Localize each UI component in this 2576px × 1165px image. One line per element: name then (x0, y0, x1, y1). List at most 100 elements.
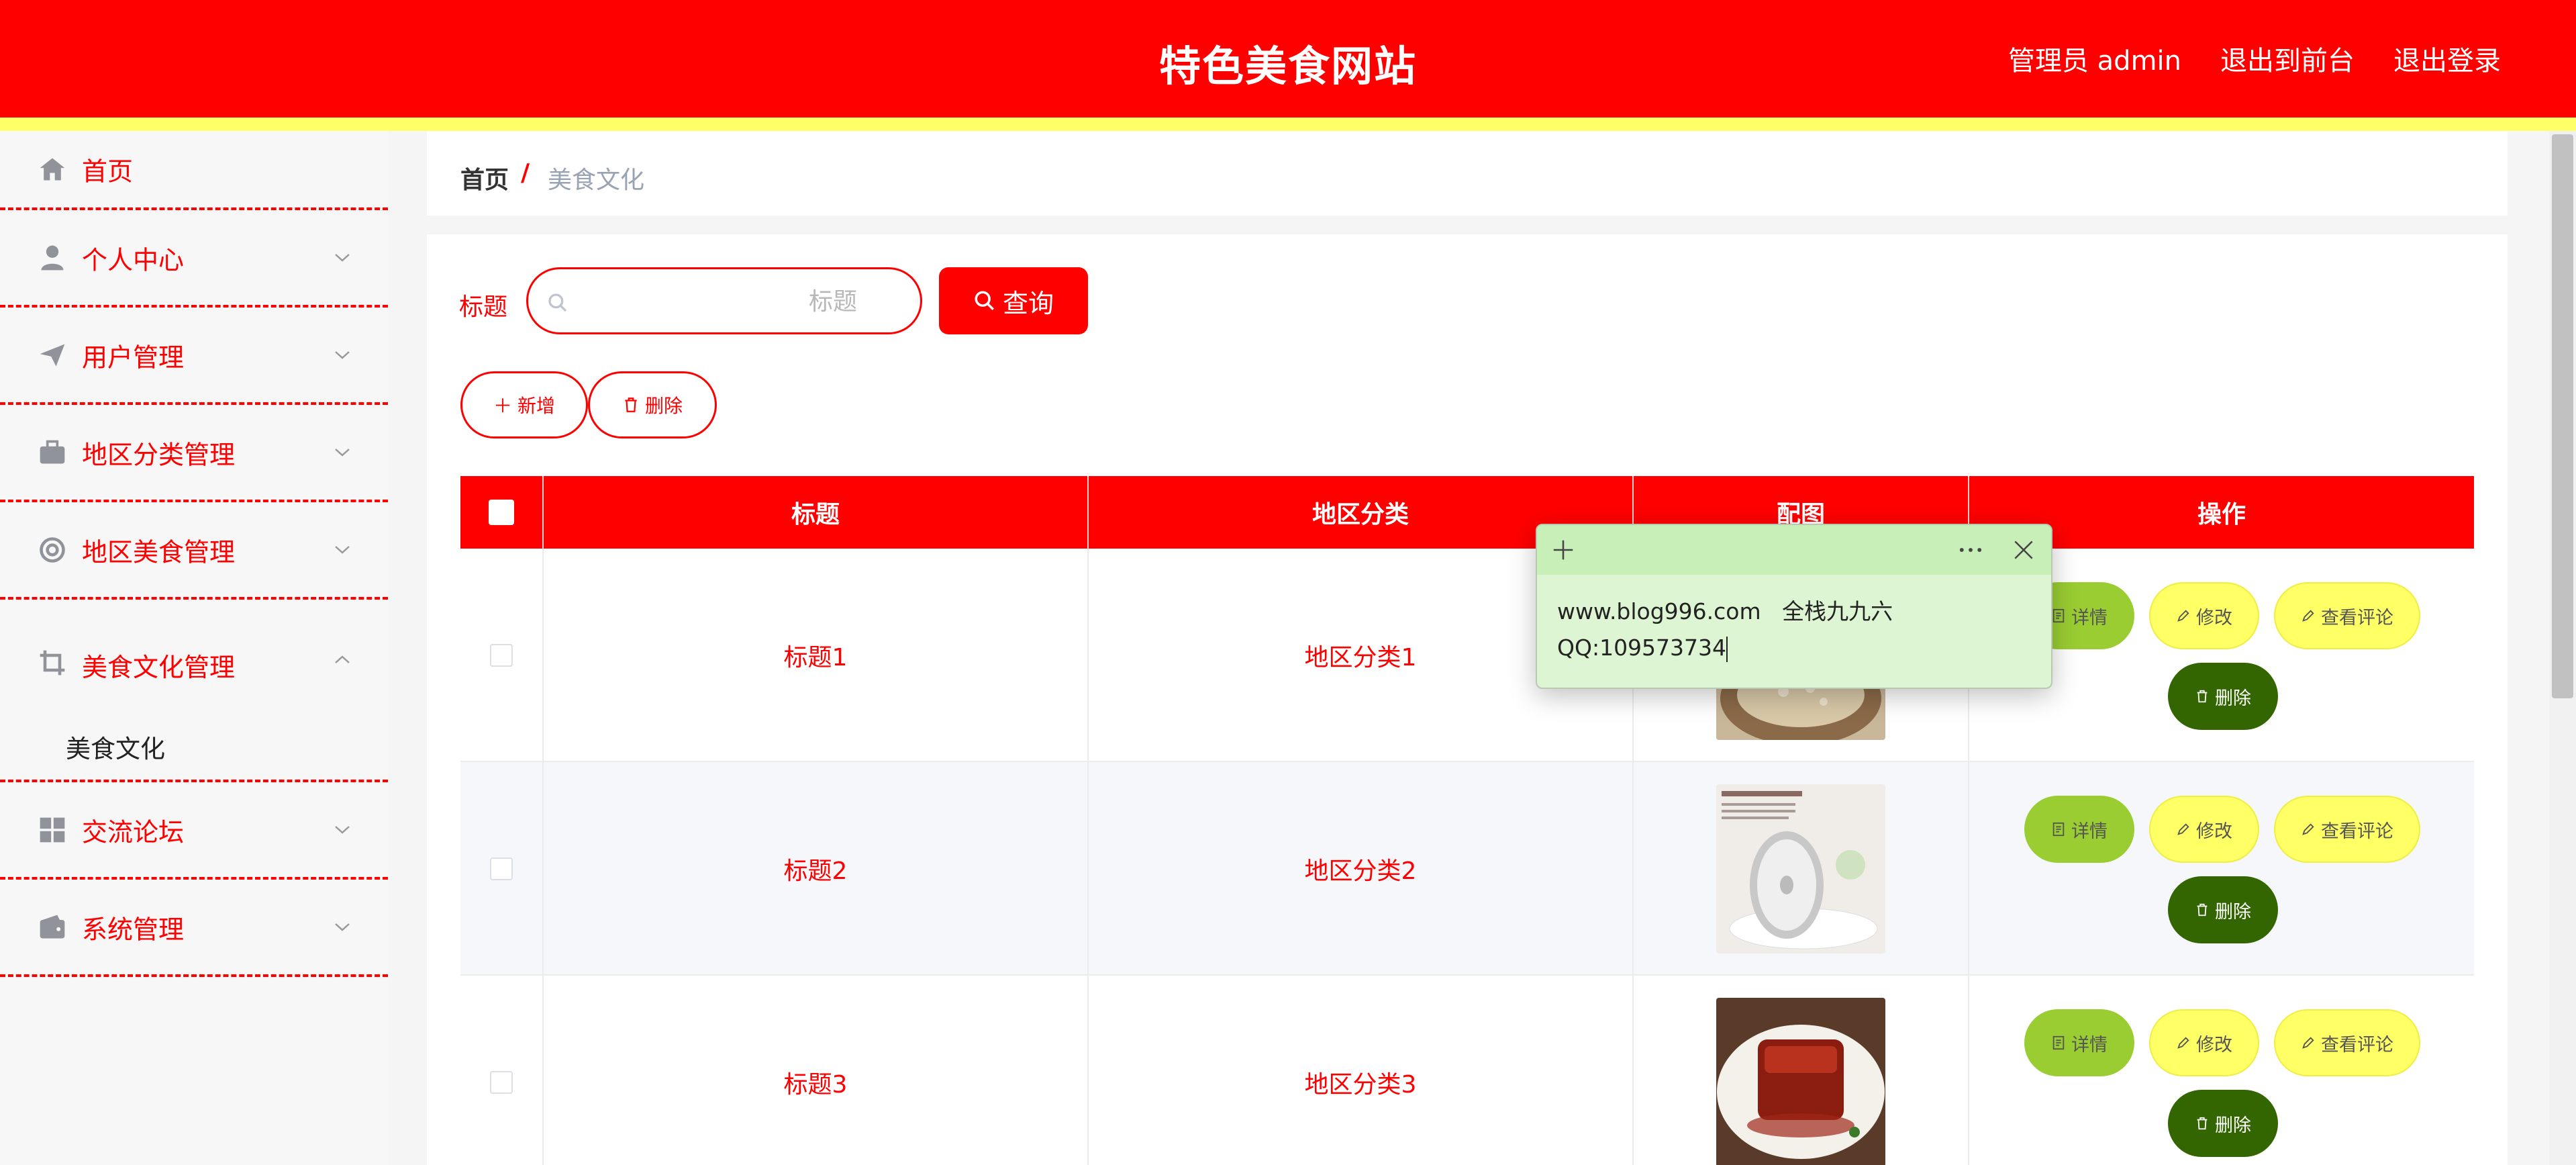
trash-icon (2197, 690, 2208, 703)
view-comments-label: 查看评论 (2321, 607, 2393, 628)
breadcrumb-home[interactable]: 首页 (460, 160, 509, 195)
home-icon (40, 158, 65, 181)
edit-button-label: 修改 (2196, 1034, 2232, 1056)
delete-button[interactable]: 删除 (2168, 876, 2278, 943)
category-cell: 地区分类3 (1089, 976, 1634, 1165)
edit-button[interactable]: 修改 (2149, 582, 2259, 649)
row-select-cell (460, 762, 544, 976)
view-comments-button[interactable]: 查看评论 (2274, 796, 2420, 863)
delete-button[interactable]: 删除 (2168, 663, 2278, 730)
query-button[interactable]: 查询 (939, 267, 1088, 334)
sidebar-item-label: 用户管理 (82, 342, 185, 372)
sticky-note-titlebar[interactable] (1537, 525, 2051, 575)
search-icon (548, 293, 567, 312)
view-comments-label: 查看评论 (2321, 1034, 2393, 1056)
exit-to-front-link[interactable]: 退出到前台 (2220, 39, 2355, 78)
document-icon (2052, 822, 2065, 837)
sidebar-item-label: 地区美食管理 (82, 537, 236, 567)
edit-button[interactable]: 修改 (2149, 1009, 2259, 1076)
sidebar-item-label: 首页 (82, 156, 134, 187)
pencil-icon (2177, 823, 2189, 835)
delete-button[interactable]: 删除 (2168, 1090, 2278, 1157)
food-image[interactable] (1716, 998, 1885, 1165)
page-scrollbar-thumb[interactable] (2552, 134, 2573, 698)
edit-button[interactable]: 修改 (2149, 796, 2259, 863)
detail-button[interactable]: 详情 (2024, 796, 2134, 863)
document-icon (2052, 608, 2065, 623)
column-header-title[interactable]: 标题 (544, 476, 1089, 549)
briefcase-icon (40, 440, 65, 463)
pencil-icon (2177, 1037, 2189, 1049)
sidebar-item-label: 系统管理 (82, 915, 185, 944)
sidebar-item-home[interactable]: 首页 (0, 131, 388, 210)
add-button-label: 新增 (517, 395, 556, 417)
table-row[interactable]: 标题2 地区分类2 详情 修改 查看评论 删除 (460, 762, 2474, 976)
query-button-label: 查询 (1002, 288, 1054, 318)
table-row[interactable]: 标题1 地区分类1 详情 修改 查看评论 删除 (460, 549, 2474, 762)
sidebar: 首页 个人中心 用户管理 地区分类管理 地区美食管理 美食文化管理 美食文化 交… (0, 131, 388, 1165)
chevron-down-icon (335, 825, 350, 834)
trash-icon (625, 398, 637, 412)
lifebuoy-icon (40, 537, 65, 563)
plus-icon[interactable] (1550, 537, 1576, 563)
sidebar-item-region-category[interactable]: 地区分类管理 (0, 405, 388, 502)
wallet-icon (40, 915, 65, 938)
fish-steak-photo (1716, 784, 1885, 953)
edit-button-label: 修改 (2196, 821, 2232, 842)
sidebar-item-region-food[interactable]: 地区美食管理 (0, 502, 388, 600)
sidebar-item-forum[interactable]: 交流论坛 (0, 782, 388, 880)
sidebar-item-user-management[interactable]: 用户管理 (0, 308, 388, 405)
delete-button-label: 删除 (2215, 901, 2251, 923)
sticky-note[interactable]: www.blog996.com 全栈九九六 QQ:109573734 (1536, 524, 2052, 689)
select-all-checkbox[interactable] (489, 500, 514, 525)
sticky-note-line2: QQ:109573734 (1557, 635, 1727, 661)
admin-user-label[interactable]: 管理员 admin (2008, 39, 2181, 78)
view-comments-button[interactable]: 查看评论 (2274, 1009, 2420, 1076)
pencil-icon (2302, 610, 2314, 622)
pencil-icon (2177, 610, 2189, 622)
chevron-down-icon (335, 545, 350, 554)
sidebar-item-personal-center[interactable]: 个人中心 (0, 210, 388, 308)
add-button[interactable]: ＋ 新增 (460, 371, 588, 438)
table-row[interactable]: 标题3 地区分类3 详情 修改 查看评论 删除 (460, 976, 2474, 1165)
detail-button[interactable]: 详情 (2024, 1009, 2134, 1076)
image-cell (1634, 762, 1969, 976)
row-checkbox[interactable] (490, 857, 513, 880)
row-checkbox[interactable] (490, 644, 513, 667)
table-header: 标题 地区分类 配图 操作 (460, 476, 2474, 549)
row-checkbox[interactable] (490, 1071, 513, 1094)
pencil-icon (2302, 1037, 2314, 1049)
sidebar-item-food-culture-management[interactable]: 美食文化管理 美食文化 (0, 600, 388, 782)
chevron-up-icon (335, 655, 350, 663)
search-title-field[interactable] (526, 267, 922, 334)
detail-button-label: 详情 (2071, 821, 2108, 842)
plus-icon: ＋ (493, 395, 512, 417)
food-image[interactable] (1716, 784, 1885, 953)
category-cell: 地区分类2 (1089, 762, 1634, 976)
header-select-all-cell (460, 476, 544, 549)
sidebar-item-system-management[interactable]: 系统管理 (0, 880, 388, 977)
search-input[interactable] (575, 281, 904, 322)
chevron-down-icon (335, 253, 350, 262)
sidebar-subitem-food-culture[interactable]: 美食文化 (66, 729, 165, 765)
paper-plane-icon (40, 344, 65, 366)
braised-pork-photo (1716, 998, 1885, 1165)
actions-cell (1969, 762, 2474, 976)
search-title-label: 标题 (459, 293, 508, 321)
title-cell: 标题2 (544, 762, 1089, 976)
close-icon[interactable] (2011, 537, 2036, 563)
batch-delete-button[interactable]: 删除 (588, 371, 717, 438)
title-cell: 标题3 (544, 976, 1089, 1165)
sidebar-item-label: 交流论坛 (82, 817, 185, 847)
image-cell (1634, 976, 1969, 1165)
logout-link[interactable]: 退出登录 (2393, 39, 2501, 78)
view-comments-button[interactable]: 查看评论 (2274, 582, 2420, 649)
sticky-note-text[interactable]: www.blog996.com 全栈九九六 QQ:109573734 (1557, 594, 1893, 666)
breadcrumb-separator: / (521, 159, 530, 187)
more-options-icon[interactable] (1956, 537, 1985, 563)
sidebar-item-label: 个人中心 (82, 245, 185, 275)
crop-icon (40, 650, 65, 675)
detail-button-label: 详情 (2071, 1034, 2108, 1056)
row-select-cell (460, 549, 544, 762)
chevron-down-icon (335, 448, 350, 457)
